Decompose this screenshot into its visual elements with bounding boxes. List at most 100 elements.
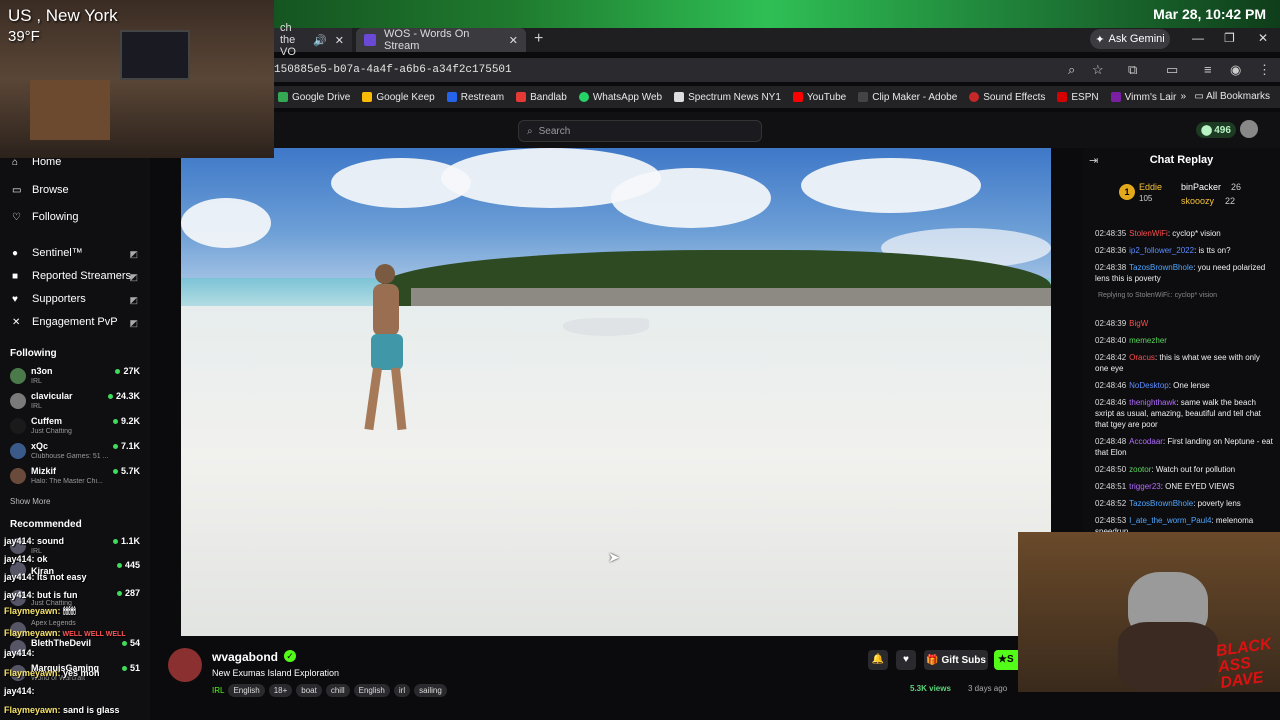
chat-username[interactable]: memezher: [1129, 336, 1167, 345]
browser-tab[interactable]: ch the VO 🔊 ✕: [272, 22, 352, 58]
cast-icon[interactable]: ▭: [1166, 62, 1178, 78]
channel-name: n3on: [31, 366, 53, 376]
profile-icon[interactable]: ◉: [1230, 62, 1241, 78]
new-tab-button[interactable]: +: [534, 30, 543, 48]
tag[interactable]: irl: [393, 684, 411, 697]
viewer-count: 1.1K: [113, 536, 140, 546]
sidebar-item-reported-streamers[interactable]: ■ Reported Streamers: [12, 270, 131, 282]
chat-message: 02:48:35 StolenWiFi: cyclop* vision: [1095, 228, 1275, 239]
chat-username[interactable]: Replying to StolenWiFi:: [1098, 292, 1171, 299]
show-more-button[interactable]: Show More: [10, 497, 50, 506]
chat-username[interactable]: Oracus: [1129, 353, 1155, 362]
tag[interactable]: chill: [325, 684, 350, 697]
bell-icon[interactable]: 🔔: [868, 650, 888, 670]
heart-icon: ♥: [12, 293, 18, 305]
bookmark-restream[interactable]: Restream: [446, 92, 504, 103]
overlay-chat-text: WELL WELL WELL: [60, 631, 126, 638]
following-item[interactable]: xQc Clubhouse Games: 51 ... 7.1K: [10, 441, 142, 465]
mouse-cursor-icon: ➤: [608, 549, 620, 565]
channel-name[interactable]: wvagabond: [212, 650, 278, 664]
zoom-icon[interactable]: ⌕: [1068, 62, 1075, 78]
channel-name: Cuffem: [31, 416, 62, 426]
tag[interactable]: boat: [296, 684, 322, 697]
gift-subs-button[interactable]: 🎁 Gift Subs: [924, 650, 988, 670]
overlay-chat-user: Flaymeyawn:: [4, 606, 61, 616]
url-text[interactable]: 150885e5-b07a-4a4f-a6b6-a34f2c175501: [274, 64, 512, 76]
menu-icon[interactable]: ⋮: [1258, 62, 1271, 78]
close-icon[interactable]: ✕: [335, 34, 344, 47]
bookmark-vimms-lair[interactable]: Vimm's Lair: [1110, 92, 1176, 103]
channel-name: Mizkif: [31, 466, 57, 476]
chat-username[interactable]: StolenWiFi: [1129, 229, 1168, 238]
bookmark-google-keep[interactable]: Google Keep: [362, 92, 435, 103]
sidebar-item-following[interactable]: ♡ Following: [12, 211, 78, 223]
all-bookmarks-button[interactable]: » ▭ All Bookmarks: [1181, 91, 1271, 102]
chat-username[interactable]: BigW: [1129, 319, 1148, 328]
bookmark-youtube[interactable]: YouTube: [792, 92, 846, 103]
coin-icon: ⬤: [1201, 124, 1213, 136]
ask-gemini-button[interactable]: ✦ Ask Gemini: [1090, 29, 1170, 49]
channel-category: Clubhouse Games: 51 ...: [31, 453, 109, 460]
star-icon[interactable]: ☆: [1092, 62, 1104, 78]
bookmark-sound-effects[interactable]: Sound Effects: [969, 92, 1045, 103]
following-item[interactable]: Cuffem Just Chatting 9.2K: [10, 416, 142, 440]
chat-username[interactable]: thenighthawk: [1129, 398, 1176, 407]
heart-icon[interactable]: ♥: [896, 650, 916, 670]
avatar[interactable]: [168, 648, 202, 682]
drive-icon: [278, 92, 288, 102]
bookmark-clip-maker[interactable]: Clip Maker - Adobe: [858, 92, 957, 103]
following-item[interactable]: n3on IRL 27K: [10, 366, 142, 390]
overlay-chat-line: jay414: but is fun: [4, 590, 78, 600]
viewer-count: 445: [117, 560, 140, 570]
chat-username[interactable]: TazosBrownBhole: [1129, 499, 1193, 508]
sidebar-item-supporters[interactable]: ♥ Supporters: [12, 293, 86, 305]
avatar[interactable]: [1240, 120, 1258, 138]
coin-balance[interactable]: ⬤ 496: [1196, 122, 1236, 138]
stream-tags: IRL English 18+ boat chill English irl s…: [212, 684, 447, 697]
external-link-icon[interactable]: ◩: [129, 318, 138, 329]
bookmark-whatsapp[interactable]: WhatsApp Web: [578, 92, 662, 103]
video-player[interactable]: ➤: [181, 148, 1051, 636]
speaker-icon[interactable]: 🔊: [313, 34, 327, 47]
restore-icon[interactable]: ❐: [1224, 31, 1235, 45]
wos-favicon-icon: [364, 34, 376, 46]
chat-username[interactable]: Accodaar: [1129, 437, 1163, 446]
bookmark-espn[interactable]: ESPN: [1057, 92, 1099, 103]
external-link-icon[interactable]: ◩: [129, 295, 138, 306]
tag[interactable]: English: [228, 684, 265, 697]
tag[interactable]: 18+: [268, 684, 293, 697]
chat-username[interactable]: TazosBrownBhole: [1129, 263, 1193, 272]
sidebar-item-sentinel[interactable]: ● Sentinel™: [12, 247, 83, 259]
bookmark-spectrum[interactable]: Spectrum News NY1: [674, 92, 781, 103]
chat-username[interactable]: I_ate_the_worm_Paul4: [1129, 516, 1211, 525]
sidebar-item-label: Reported Streamers: [32, 270, 132, 282]
chat-username[interactable]: zootor: [1129, 465, 1151, 474]
following-item[interactable]: Mizkif Halo: The Master Chi... 5.7K: [10, 466, 142, 490]
bookmark-google-drive[interactable]: Google Drive: [278, 92, 350, 103]
close-window-icon[interactable]: ✕: [1258, 31, 1268, 45]
media-icon[interactable]: ≡: [1204, 62, 1212, 77]
coin-count: 496: [1214, 124, 1231, 136]
address-bar[interactable]: 150885e5-b07a-4a4f-a6b6-a34f2c175501 ⌕ ☆…: [272, 58, 1280, 82]
tag[interactable]: English: [353, 684, 390, 697]
external-link-icon[interactable]: ◩: [129, 272, 138, 283]
bookmark-bandlab[interactable]: Bandlab: [516, 92, 567, 103]
ask-gemini-label: Ask Gemini: [1108, 33, 1165, 45]
sidebar-item-browse[interactable]: ▭ Browse: [12, 184, 69, 196]
close-icon[interactable]: ✕: [509, 34, 518, 47]
sidebar-item-engagement-pvp[interactable]: ✕ Engagement PvP: [12, 316, 118, 328]
subscribe-button[interactable]: ★S: [994, 650, 1018, 670]
chat-username[interactable]: trigger23: [1129, 482, 1161, 491]
chat-timestamp: 02:48:50: [1095, 465, 1127, 474]
chat-username[interactable]: NoDesktop: [1129, 381, 1169, 390]
overlay-chat-line: Flaymeyawn: yes mon: [4, 668, 100, 678]
browser-tab-active[interactable]: WOS - Words On Stream ✕: [356, 28, 526, 52]
external-link-icon[interactable]: ◩: [129, 249, 138, 260]
minimize-icon[interactable]: —: [1192, 31, 1204, 45]
extensions-icon[interactable]: ⧉: [1128, 62, 1137, 78]
search-input[interactable]: ⌕ Search: [518, 120, 762, 142]
following-item[interactable]: clavicular IRL 24.3K: [10, 391, 142, 415]
chat-username[interactable]: ip2_follower_2022: [1129, 246, 1194, 255]
category-link[interactable]: IRL: [212, 684, 224, 697]
tag[interactable]: sailing: [414, 684, 447, 697]
